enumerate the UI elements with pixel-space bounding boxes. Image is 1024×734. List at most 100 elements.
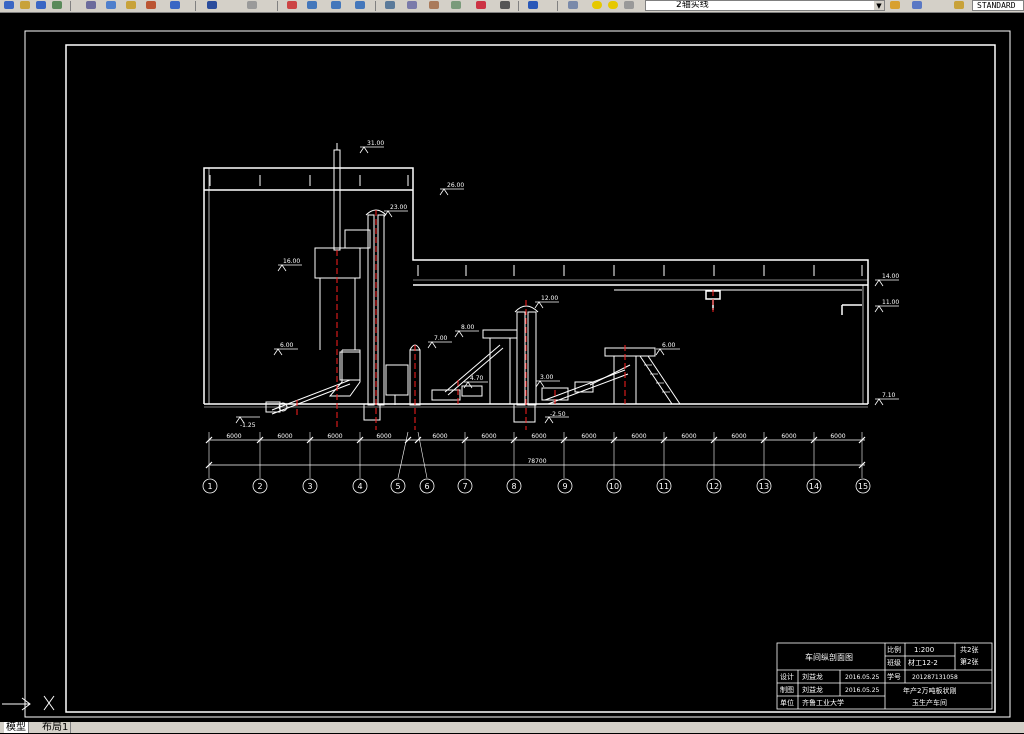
layer-dropdown[interactable]: 2轴实线 ▼ — [645, 0, 885, 11]
elevation-label: 23.00 — [390, 204, 407, 211]
span-dimension: 6000 — [731, 433, 746, 440]
span-dimension: 6000 — [631, 433, 646, 440]
axis-number: 11 — [659, 482, 669, 491]
tab-model[interactable]: 模型 — [4, 722, 29, 733]
design-center-icon[interactable] — [405, 0, 419, 11]
elevation-label: 7.10 — [882, 392, 896, 399]
axis-number: 5 — [395, 482, 400, 491]
drawing-title: 车间纵剖面图 — [805, 652, 853, 662]
axis-bubbles — [202, 478, 871, 494]
axis-number: 13 — [759, 482, 769, 491]
elevation-label: 26.00 — [447, 182, 464, 189]
paste-icon[interactable] — [124, 0, 138, 11]
match-properties-icon[interactable] — [144, 0, 158, 11]
elevation-label: 6.00 — [662, 342, 676, 349]
span-dimension: 6000 — [681, 433, 696, 440]
span-dimension: 6000 — [481, 433, 496, 440]
open-file-icon[interactable] — [18, 0, 32, 11]
span-dimensions: 6000 6000 6000 6000 6000 6000 6000 6000 … — [226, 433, 845, 465]
elevation-label: 14.00 — [882, 273, 899, 280]
elevation-label: -2.50 — [550, 411, 566, 418]
project-line2: 玉生产车间 — [912, 698, 947, 707]
elevation-label: 11.00 — [882, 299, 899, 306]
class-label: 班级 — [887, 658, 901, 667]
axis-number: 12 — [709, 482, 719, 491]
toolbar-separator — [518, 1, 519, 11]
axis-number: 1 — [207, 482, 212, 491]
zoom-previous-icon[interactable] — [353, 0, 367, 11]
block-editor-icon[interactable] — [168, 0, 182, 11]
span-dimension: 6000 — [531, 433, 546, 440]
span-dimension: 6000 — [781, 433, 796, 440]
axis-number: 10 — [609, 482, 619, 491]
cut-icon[interactable] — [84, 0, 98, 11]
span-dimension: 6000 — [830, 433, 845, 440]
help-icon[interactable] — [526, 0, 540, 11]
class-value: 材工12-2 — [908, 658, 938, 667]
properties-icon[interactable] — [383, 0, 397, 11]
text-style-name: STANDARD — [977, 1, 1016, 10]
chevron-down-icon[interactable]: ▼ — [874, 1, 884, 10]
span-dimension: 6000 — [226, 433, 241, 440]
ucs-icon — [2, 695, 55, 711]
total-sheets: 共2张 — [960, 645, 978, 654]
zoom-realtime-icon[interactable] — [305, 0, 319, 11]
pan-icon[interactable] — [285, 0, 299, 11]
axis-number: 9 — [562, 482, 567, 491]
drawing-canvas[interactable]: 31.00 26.00 23.00 16.00 14.00 12.00 11.0… — [0, 12, 1024, 734]
student-id-label: 学号 — [887, 672, 901, 681]
layer-name: 2轴实线 — [676, 0, 709, 10]
axis-number: 7 — [462, 482, 467, 491]
layer-lock-icon[interactable] — [622, 0, 636, 11]
calculator-icon[interactable] — [498, 0, 512, 11]
toolbar-separator — [375, 1, 376, 11]
sheet-set-icon[interactable] — [449, 0, 463, 11]
make-current-layer-icon[interactable] — [888, 0, 902, 11]
layer-properties-icon[interactable] — [566, 0, 580, 11]
elevation-label: 12.00 — [541, 295, 558, 302]
draw-date: 2016.05.25 — [845, 687, 880, 694]
draw-label: 制图 — [780, 685, 794, 694]
save-icon[interactable] — [34, 0, 48, 11]
elevation-label: 6.00 — [280, 342, 294, 349]
tab-layout1-label: 布局1 — [42, 722, 69, 733]
span-dimension: 6000 — [432, 433, 447, 440]
unit-label: 单位 — [780, 698, 794, 707]
axis-number: 8 — [511, 482, 516, 491]
tab-layout1[interactable]: 布局1 — [40, 722, 72, 733]
elevation-label: 7.00 — [434, 335, 448, 342]
toolbar-separator — [70, 1, 71, 11]
scale-label: 比例 — [887, 645, 901, 654]
undo-icon[interactable] — [205, 0, 219, 11]
text-style-icon[interactable] — [952, 0, 966, 11]
axis-number: 15 — [858, 482, 868, 491]
text-style-dropdown[interactable]: STANDARD — [972, 0, 1024, 11]
zoom-window-icon[interactable] — [329, 0, 343, 11]
toolbar-separator — [277, 1, 278, 11]
design-date: 2016.05.25 — [845, 674, 880, 681]
redo-icon[interactable] — [245, 0, 259, 11]
span-dimension: 6000 — [277, 433, 292, 440]
axis-number: 6 — [424, 482, 429, 491]
tab-model-label: 模型 — [6, 722, 26, 733]
plot-icon[interactable] — [50, 0, 64, 11]
axis-numbers: 1 2 3 4 5 6 7 8 9 10 11 12 13 14 15 — [207, 482, 868, 491]
new-file-icon[interactable] — [2, 0, 16, 11]
toolbar-separator — [195, 1, 196, 11]
layer-on-icon[interactable] — [590, 0, 604, 11]
drawing-frame — [65, 44, 996, 713]
markup-icon[interactable] — [474, 0, 488, 11]
elevation-label: 31.00 — [367, 140, 384, 147]
span-dimension: 6000 — [376, 433, 391, 440]
layer-freeze-icon[interactable] — [606, 0, 620, 11]
toolbar-separator — [557, 1, 558, 11]
design-label: 设计 — [780, 672, 794, 681]
copy-icon[interactable] — [104, 0, 118, 11]
elevation-label: 3.00 — [540, 374, 554, 381]
tool-palettes-icon[interactable] — [427, 0, 441, 11]
axis-number: 4 — [357, 482, 362, 491]
elevation-label: -1.25 — [240, 422, 256, 429]
layer-previous-icon[interactable] — [910, 0, 924, 11]
student-id: 201287131058 — [912, 674, 958, 681]
axis-number: 2 — [257, 482, 262, 491]
